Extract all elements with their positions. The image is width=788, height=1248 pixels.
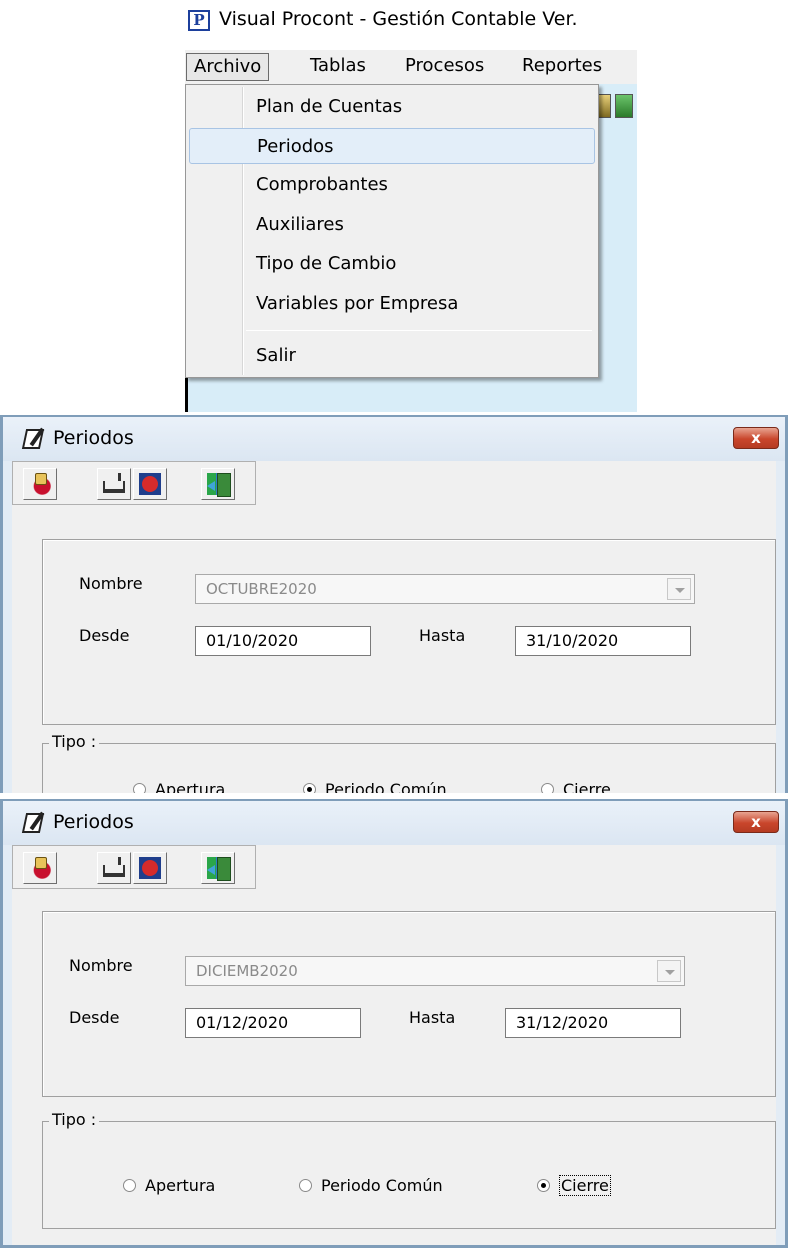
dialog-body: Nombre DICIEMB2020 Desde 01/12/2020 Hast… (12, 845, 776, 1245)
nombre-label: Nombre (69, 956, 133, 975)
desde-label: Desde (69, 1008, 120, 1027)
menu-reportes[interactable]: Reportes (515, 53, 609, 81)
radio-cierre[interactable]: Cierre (541, 780, 611, 793)
menu-item-plan-de-cuentas[interactable]: Plan de Cuentas (189, 89, 595, 125)
period-data-group: Nombre OCTUBRE2020 Desde 01/10/2020 Hast… (42, 539, 776, 725)
close-button[interactable]: x (733, 427, 779, 449)
nombre-value: DICIEMB2020 (196, 962, 298, 980)
radio-apertura[interactable]: Apertura (133, 780, 225, 793)
menu-procesos[interactable]: Procesos (398, 53, 491, 81)
save-button[interactable] (97, 852, 131, 884)
tipo-group: Tipo : Apertura Periodo Común Cierre (42, 732, 776, 793)
tipo-label: Tipo : (49, 1110, 100, 1129)
cancel-button[interactable] (133, 468, 167, 500)
cancel-icon (139, 473, 161, 495)
exit-button[interactable] (201, 852, 235, 884)
periodos-dialog-diciembre: Periodos x Nombre DICIEMB2020 Desde 01/1… (0, 799, 788, 1248)
save-disk-icon (103, 857, 125, 877)
dialog-toolbar (12, 845, 256, 889)
cancel-icon (139, 857, 161, 879)
tipo-label: Tipo : (49, 732, 100, 751)
menu-separator (246, 330, 592, 331)
radio-periodo-comun[interactable]: Periodo Común (303, 780, 447, 793)
dialog-toolbar (12, 461, 256, 505)
menu-item-salir[interactable]: Salir (189, 338, 595, 374)
notepad-pen-icon (21, 427, 47, 451)
new-record-icon (29, 473, 51, 495)
exit-door-icon (207, 473, 231, 497)
close-button[interactable]: x (733, 811, 779, 833)
menu-item-tipo-de-cambio[interactable]: Tipo de Cambio (189, 246, 595, 282)
radio-circle (123, 1179, 136, 1192)
dialog-titlebar: Periodos x (3, 417, 785, 461)
hasta-input[interactable]: 31/12/2020 (505, 1008, 681, 1038)
app-title: Visual Procont - Gestión Contable Ver. (219, 8, 578, 30)
tipo-group: Tipo : Apertura Periodo Común Cierre (42, 1110, 776, 1229)
exit-button[interactable] (201, 468, 235, 500)
dialog-body: Nombre OCTUBRE2020 Desde 01/10/2020 Hast… (12, 461, 776, 793)
new-record-button[interactable] (23, 852, 57, 884)
new-record-button[interactable] (23, 468, 57, 500)
menu-item-auxiliares[interactable]: Auxiliares (189, 207, 595, 243)
nombre-value: OCTUBRE2020 (206, 580, 317, 598)
periodos-dialog-octubre: Periodos x Nombre OCTUBRE2020 Desde 01/1… (0, 415, 788, 793)
desde-label: Desde (79, 626, 130, 645)
desde-input[interactable]: 01/12/2020 (185, 1008, 361, 1038)
menu-item-variables-por-empresa[interactable]: Variables por Empresa (189, 286, 595, 322)
save-button[interactable] (97, 468, 131, 500)
exit-door-icon (207, 857, 231, 881)
notepad-pen-icon (21, 811, 47, 835)
hasta-label: Hasta (419, 626, 466, 645)
hasta-label: Hasta (409, 1008, 456, 1027)
menubar: Archivo Tablas Procesos Reportes (185, 50, 637, 84)
hasta-input[interactable]: 31/10/2020 (515, 626, 691, 656)
close-icon: x (751, 813, 761, 831)
menu-tablas[interactable]: Tablas (303, 53, 373, 81)
radio-cierre[interactable]: Cierre (537, 1175, 611, 1196)
menu-item-periodos[interactable]: Periodos (189, 128, 595, 164)
radio-periodo-comun[interactable]: Periodo Común (299, 1176, 443, 1195)
dialog-titlebar: Periodos x (3, 801, 785, 845)
nombre-label: Nombre (79, 574, 143, 593)
app-titlebar: P Visual Procont - Gestión Contable Ver. (185, 0, 637, 44)
radio-circle (541, 783, 554, 793)
period-data-group: Nombre DICIEMB2020 Desde 01/12/2020 Hast… (42, 911, 776, 1097)
radio-circle-selected (303, 783, 316, 793)
save-disk-icon (103, 473, 125, 493)
radio-circle-selected (537, 1179, 550, 1192)
menu-item-comprobantes[interactable]: Comprobantes (189, 167, 595, 203)
menu-archivo[interactable]: Archivo (186, 53, 270, 81)
dropdown-arrow-icon[interactable] (667, 578, 691, 600)
main-toolbar-partial (593, 94, 637, 120)
close-icon: x (751, 429, 761, 447)
procont-main-window: P Visual Procont - Gestión Contable Ver.… (185, 0, 637, 412)
dialog-title: Periodos (53, 811, 134, 833)
app-logo-icon: P (188, 10, 210, 31)
new-record-icon (29, 857, 51, 879)
radio-apertura[interactable]: Apertura (123, 1176, 215, 1195)
dropdown-arrow-icon[interactable] (657, 960, 681, 982)
toolbar-icon[interactable] (615, 94, 633, 118)
radio-circle (133, 783, 146, 793)
cancel-button[interactable] (133, 852, 167, 884)
radio-circle (299, 1179, 312, 1192)
archivo-dropdown-menu: Plan de Cuentas Periodos Comprobantes Au… (185, 84, 599, 378)
dialog-title: Periodos (53, 427, 134, 449)
desde-input[interactable]: 01/10/2020 (195, 626, 371, 656)
nombre-combobox[interactable]: OCTUBRE2020 (195, 574, 695, 604)
nombre-combobox[interactable]: DICIEMB2020 (185, 956, 685, 986)
